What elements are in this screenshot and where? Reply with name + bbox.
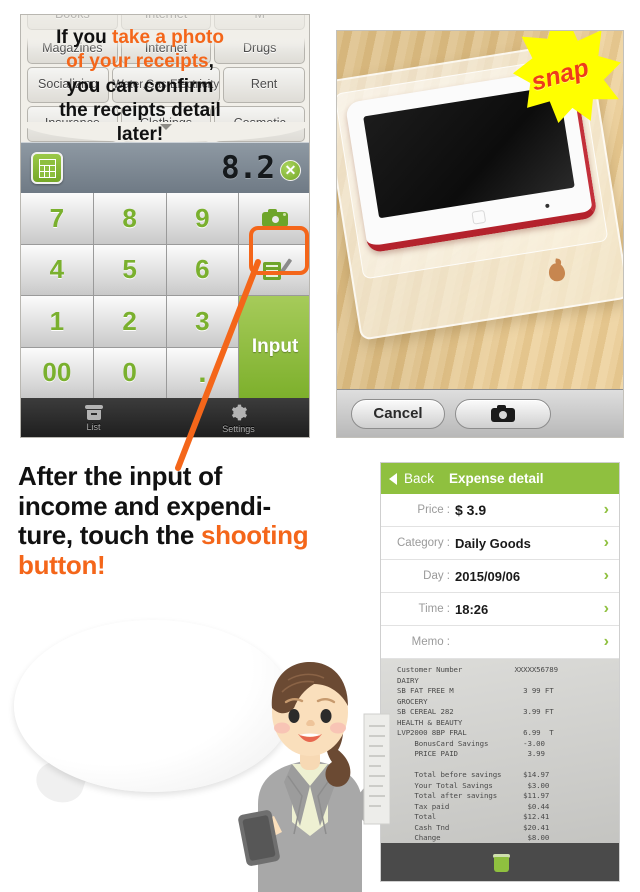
back-button[interactable]: Back	[404, 471, 434, 486]
caption-line-3-plain: ture, touch the	[18, 520, 201, 551]
detail-row-category[interactable]: Category : Daily Goods ›	[381, 527, 619, 560]
keypad: 7 8 9 4 5 6 1 2 3 Input 00 0 .	[21, 193, 309, 398]
detail-footer	[381, 843, 619, 881]
calculator-icon[interactable]	[31, 152, 63, 184]
chevron-right-icon: ›	[603, 633, 609, 650]
trash-icon[interactable]	[492, 853, 510, 872]
bubble-text-plain: If you	[56, 27, 113, 48]
caption-line-4: button!	[18, 549, 106, 580]
chevron-right-icon: ›	[603, 501, 609, 518]
tab-settings-label: Settings	[222, 424, 255, 434]
tab-list-label: List	[86, 422, 101, 432]
key-0[interactable]: 0	[93, 347, 166, 398]
camera-screen: snap Cancel	[336, 30, 624, 438]
row-label: Day :	[423, 570, 450, 582]
tab-list[interactable]: List	[21, 398, 166, 437]
row-label: Price :	[417, 504, 450, 516]
caption-line-3-highlight: shooting	[200, 520, 309, 551]
caption-text: After the input of income and expendi- t…	[18, 461, 360, 581]
detail-row-memo[interactable]: Memo : ›	[381, 626, 619, 659]
calculator-display-bar: 8.2 ✕	[21, 142, 309, 193]
page-title: Expense detail	[449, 471, 544, 486]
memo-icon[interactable]	[239, 244, 309, 295]
caption-line-2: income and expendi-	[18, 490, 271, 521]
bubble-text-comma: ,	[208, 51, 214, 73]
apple-logo-icon	[547, 262, 567, 283]
detail-row-time[interactable]: Time : 18:26 ›	[381, 593, 619, 626]
chevron-right-icon: ›	[603, 567, 609, 584]
key-4[interactable]: 4	[21, 244, 93, 295]
home-button-icon	[471, 209, 487, 225]
list-box-icon	[84, 405, 103, 420]
row-value: 18:26	[455, 601, 489, 617]
key-6[interactable]: 6	[166, 244, 239, 295]
key-5[interactable]: 5	[93, 244, 166, 295]
camera-toolbar: Cancel	[337, 389, 623, 437]
key-7[interactable]: 7	[21, 193, 93, 244]
speech-bubble-text: If you take a photo of your receipts, yo…	[26, 26, 254, 148]
character-illustration	[238, 662, 390, 892]
key-00[interactable]: 00	[21, 347, 93, 398]
input-button[interactable]: Input	[239, 296, 309, 398]
tab-settings[interactable]: Settings	[166, 398, 309, 437]
detail-row-price[interactable]: Price : $ 3.9 ›	[381, 494, 619, 527]
chevron-right-icon: ›	[603, 600, 609, 617]
receipt-photo[interactable]: Customer Number XXXXX56789 DAIRY SB FAT …	[381, 659, 619, 845]
key-decimal[interactable]: .	[166, 347, 239, 398]
row-label: Category :	[396, 537, 450, 549]
cancel-button[interactable]: Cancel	[351, 398, 445, 429]
shutter-button[interactable]	[455, 398, 551, 429]
receipt-text: Customer Number XXXXX56789 DAIRY SB FAT …	[397, 665, 558, 843]
row-value: $ 3.9	[455, 502, 487, 518]
clear-circle-icon[interactable]: ✕	[280, 159, 301, 181]
bubble-text-highlight: of your receipts	[66, 51, 209, 73]
row-value: 2015/09/06	[455, 568, 521, 584]
bubble-text-highlight: take a photo	[112, 27, 224, 48]
key-3[interactable]: 3	[166, 296, 239, 347]
key-9[interactable]: 9	[166, 193, 239, 244]
expense-detail-screen: Back Expense detail Price : $ 3.9 › Cate…	[380, 462, 620, 882]
bubble-line-5: later!	[116, 124, 164, 146]
display-value: 8.2	[221, 150, 275, 186]
bubble-line-3: you can confirm	[66, 75, 214, 97]
detail-row-day[interactable]: Day : 2015/09/06 ›	[381, 560, 619, 593]
row-label: Time :	[418, 603, 450, 615]
row-value: Daily Goods	[455, 535, 531, 551]
camera-icon	[491, 405, 515, 422]
camera-icon[interactable]	[239, 193, 309, 244]
key-8[interactable]: 8	[93, 193, 166, 244]
snap-badge: snap	[513, 31, 621, 123]
row-label: Memo :	[411, 636, 450, 648]
bubble-line-2: of your receipts,	[26, 50, 254, 74]
bubble-line-4: the receipts detail	[59, 99, 221, 121]
gear-icon	[231, 404, 248, 421]
caption-line-1: After the input of	[18, 461, 223, 491]
detail-navbar: Back Expense detail	[381, 463, 619, 494]
caption-line-3: ture, touch the shooting	[18, 520, 360, 551]
device-camera-dot	[545, 203, 550, 209]
chevron-right-icon: ›	[603, 534, 609, 551]
bubble-line-1: If you take a photo	[26, 26, 254, 50]
key-2[interactable]: 2	[93, 296, 166, 347]
key-1[interactable]: 1	[21, 296, 93, 347]
tab-bar: List Settings	[21, 398, 309, 437]
chevron-left-icon[interactable]	[389, 472, 397, 485]
